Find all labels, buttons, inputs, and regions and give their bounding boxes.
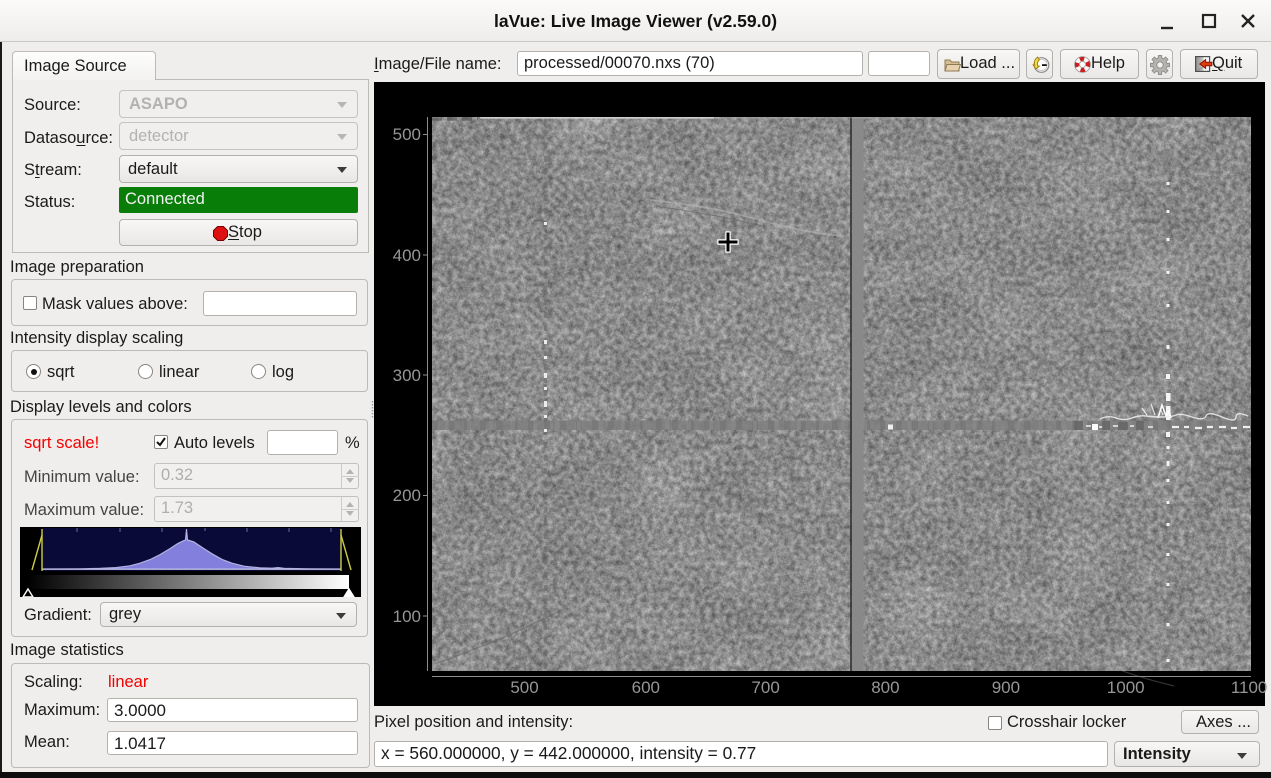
svg-text:100: 100 [393, 607, 421, 626]
svg-text:800: 800 [871, 678, 899, 697]
svg-text:500: 500 [393, 125, 421, 144]
svg-text:600: 600 [632, 678, 660, 697]
svg-text:1000: 1000 [1107, 678, 1145, 697]
svg-text:200: 200 [393, 486, 421, 505]
svg-text:500: 500 [510, 678, 538, 697]
svg-text:400: 400 [393, 246, 421, 265]
svg-text:1100: 1100 [1231, 678, 1268, 697]
svg-text:900: 900 [992, 678, 1020, 697]
svg-text:700: 700 [751, 678, 779, 697]
svg-text:300: 300 [393, 366, 421, 385]
